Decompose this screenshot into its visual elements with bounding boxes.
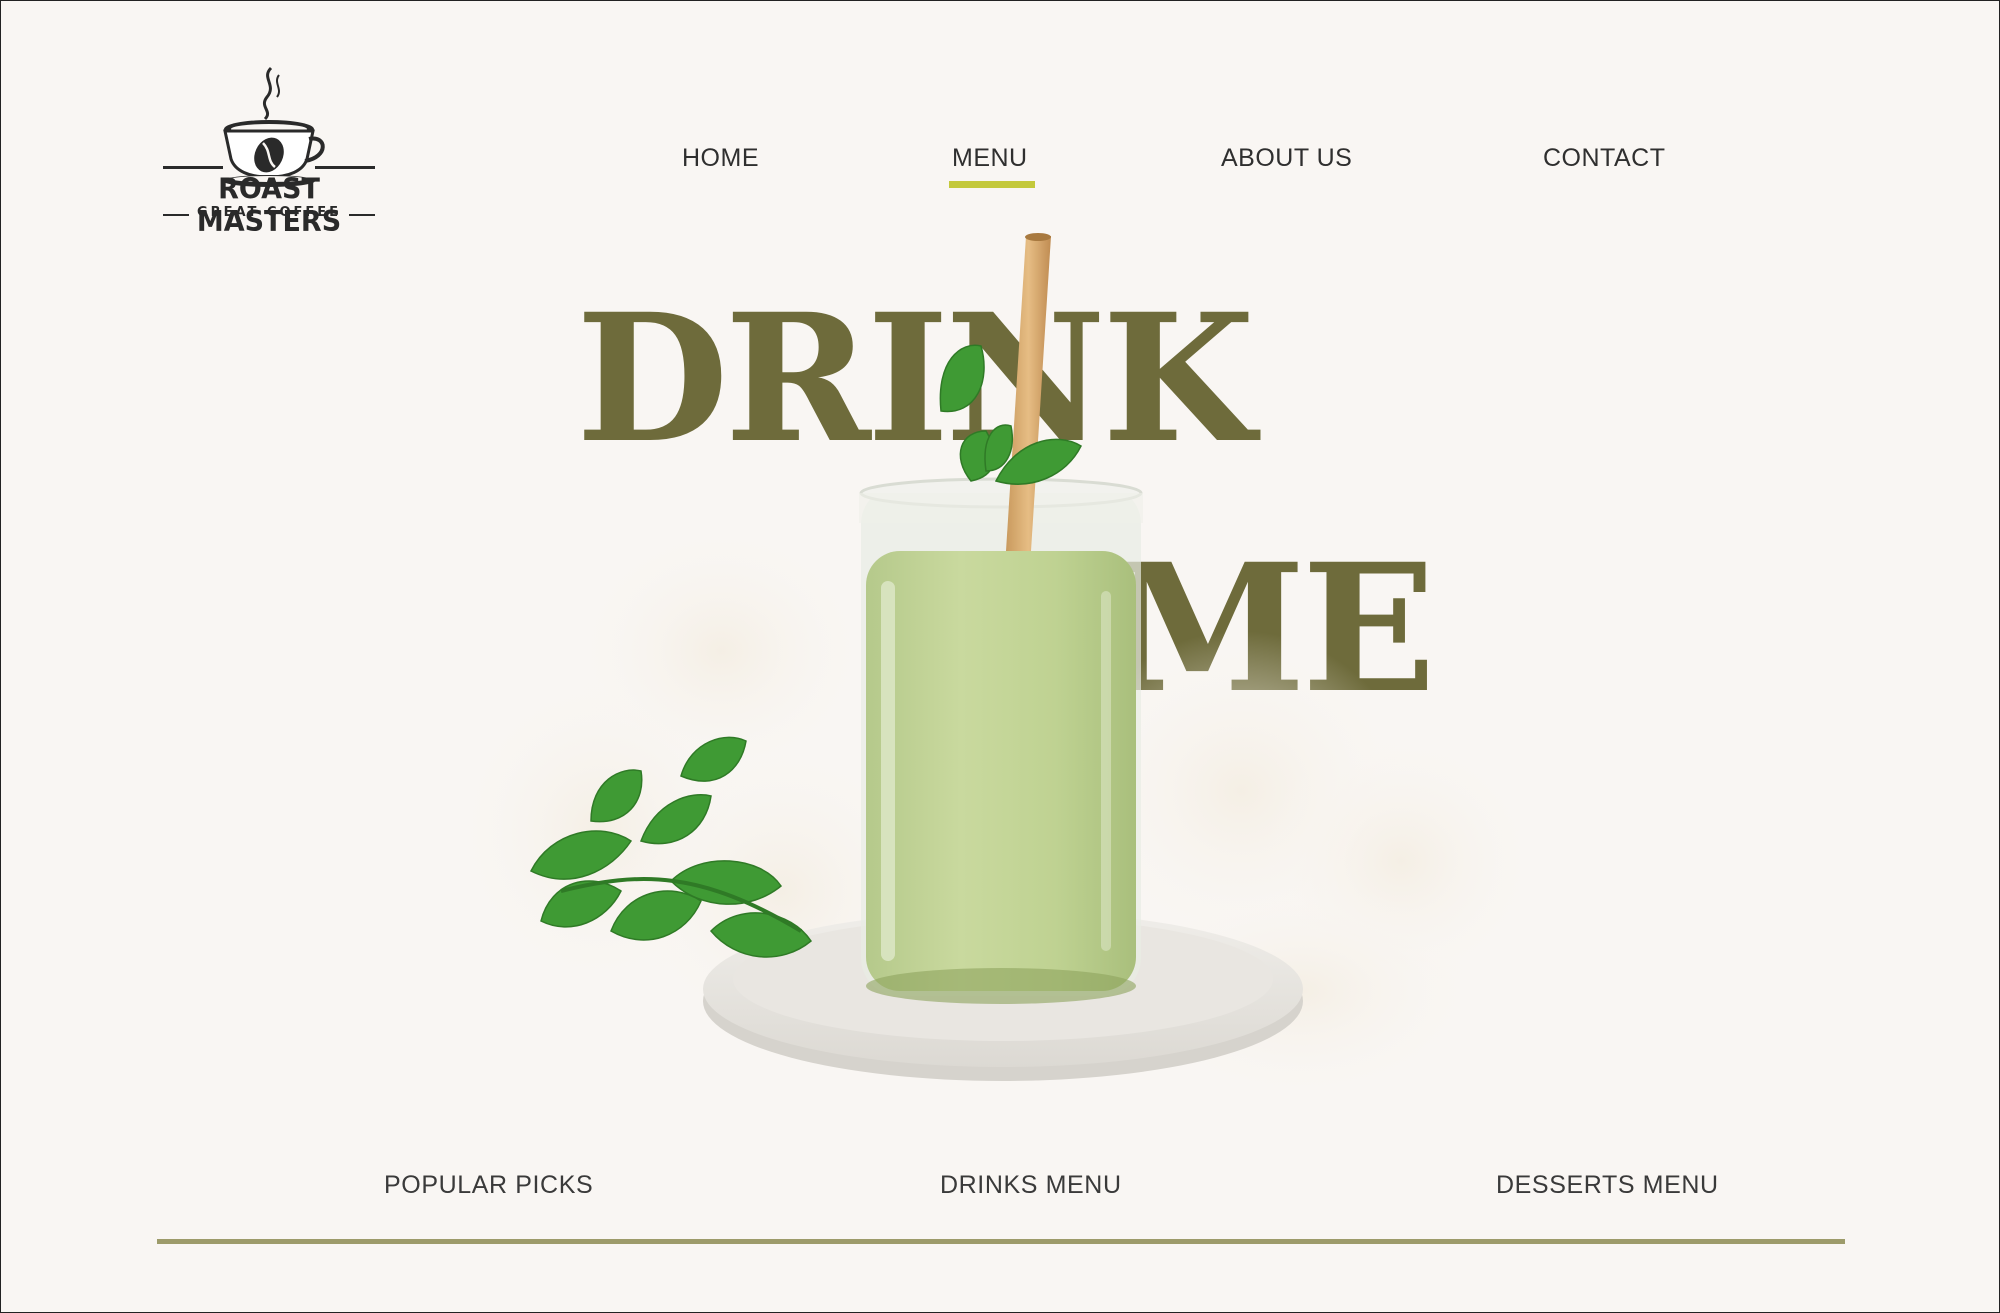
hero-drink-image (451, 233, 1521, 1091)
submenu-popular-picks[interactable]: POPULAR PICKS (384, 1171, 593, 1200)
nav-home[interactable]: HOME (682, 144, 759, 173)
tagline-line-right (349, 214, 375, 216)
submenu-desserts-menu[interactable]: DESSERTS MENU (1496, 1171, 1719, 1200)
submenu-divider (157, 1239, 1845, 1244)
submenu-drinks-menu[interactable]: DRINKS MENU (940, 1171, 1122, 1200)
nav-about-us[interactable]: ABOUT US (1221, 144, 1352, 173)
nav-contact[interactable]: CONTACT (1543, 144, 1665, 173)
brand-tagline: GREAT COFFEE (196, 205, 342, 220)
nav-menu[interactable]: MENU (952, 144, 1028, 173)
brand-logo[interactable]: ROAST MASTERS GREAT COFFEE (159, 63, 379, 239)
nav-active-indicator (949, 181, 1035, 188)
page-frame: ROAST MASTERS GREAT COFFEE HOME MENU ABO… (0, 0, 2000, 1313)
